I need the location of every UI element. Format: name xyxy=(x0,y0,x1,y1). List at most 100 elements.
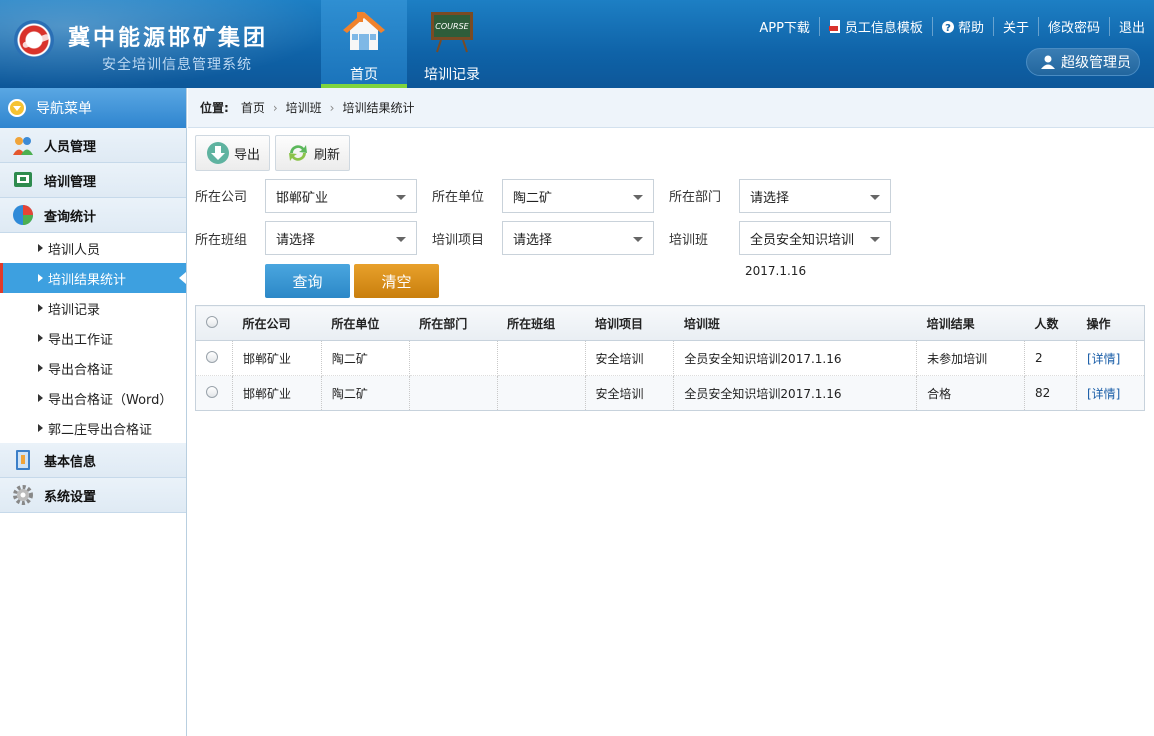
user-menu[interactable]: 超级管理员 xyxy=(1026,48,1140,76)
sidebar-group-basic-label: 基本信息 xyxy=(44,454,97,470)
breadcrumb-home[interactable]: 首页 xyxy=(241,99,265,116)
unit-select[interactable]: 陶二矿 xyxy=(502,179,654,213)
home-icon xyxy=(343,12,385,50)
collapse-icon xyxy=(8,99,26,117)
result-cell: 未参加培训 xyxy=(916,340,1026,376)
class-select[interactable]: 全员安全知识培训 xyxy=(739,221,891,255)
sidebar-item-label: 导出合格证 xyxy=(48,362,114,378)
column-header: 人数 xyxy=(1024,305,1077,341)
sidebar-header[interactable]: 导航菜单 xyxy=(0,88,186,128)
table-row[interactable]: 邯郸矿业 陶二矿 安全培训 全员安全知识培训2017.1.16 合格 82 [详… xyxy=(195,375,1145,411)
export-button[interactable]: 导出 xyxy=(195,135,270,171)
action-cell: [详情] xyxy=(1076,375,1145,411)
sidebar-group-basic-info[interactable]: 基本信息 xyxy=(0,443,186,478)
tab-home-label: 首页 xyxy=(350,67,378,83)
select-all-cell[interactable] xyxy=(195,305,233,341)
sidebar-group-query-label: 查询统计 xyxy=(44,209,97,225)
class-cell: 全员安全知识培训2017.1.16 xyxy=(673,340,918,376)
row-select-cell[interactable] xyxy=(195,340,233,376)
sidebar-group-settings[interactable]: 系统设置 xyxy=(0,478,186,513)
project-filter-label: 培训项目 xyxy=(432,233,485,248)
breadcrumb-label: 位置: xyxy=(200,101,229,115)
row-radio[interactable] xyxy=(206,350,218,363)
help-link[interactable]: ? 帮助 xyxy=(931,16,993,36)
details-link[interactable]: [详情] xyxy=(1087,387,1120,401)
count-cell: 2 xyxy=(1024,340,1077,376)
class-cell: 全员安全知识培训2017.1.16 xyxy=(673,375,918,411)
dept-select[interactable]: 请选择 xyxy=(739,179,891,213)
tab-training-records[interactable]: COURSE 培训记录 xyxy=(409,0,495,88)
sidebar-group-people[interactable]: 人员管理 xyxy=(0,128,186,163)
course-board-icon: COURSE xyxy=(431,12,473,53)
team-cell xyxy=(497,375,586,411)
breadcrumb-current: 培训结果统计 xyxy=(342,101,415,115)
sidebar-group-query[interactable]: 查询统计 xyxy=(0,198,186,233)
sidebar-group-training-label: 培训管理 xyxy=(44,174,97,190)
sidebar-item-training-results[interactable]: 培训结果统计 xyxy=(0,263,186,293)
team-cell xyxy=(497,340,586,376)
results-table: 所在公司 所在单位 所在部门 所在班组 培训项目 培训班 培训结果 人数 操作 … xyxy=(195,305,1145,411)
class-date-text: 2017.1.16 xyxy=(745,264,807,278)
column-header: 所在单位 xyxy=(321,305,410,341)
refresh-label: 刷新 xyxy=(314,147,341,163)
people-icon xyxy=(13,137,33,155)
breadcrumb: 位置: 首页 › 培训班 › 培训结果统计 xyxy=(188,88,1154,128)
sidebar-item-training-records[interactable]: 培训记录 xyxy=(0,293,186,323)
dept-filter-label: 所在部门 xyxy=(669,190,722,205)
sidebar-item-label: 培训人员 xyxy=(48,242,101,258)
team-select[interactable]: 请选择 xyxy=(265,221,417,255)
breadcrumb-class[interactable]: 培训班 xyxy=(286,99,322,116)
sidebar-item-training-personnel[interactable]: 培训人员 xyxy=(0,233,186,263)
refresh-icon xyxy=(289,145,307,161)
table-row[interactable]: 邯郸矿业 陶二矿 安全培训 全员安全知识培训2017.1.16 未参加培训 2 … xyxy=(195,340,1145,376)
action-cell: [详情] xyxy=(1076,340,1145,376)
company-cell: 邯郸矿业 xyxy=(232,340,322,376)
unit-filter-label: 所在单位 xyxy=(432,190,485,205)
column-header: 所在公司 xyxy=(232,305,322,341)
training-board-icon xyxy=(14,172,32,187)
sidebar-item-guoerzhuang-export[interactable]: 郭二庄导出合格证 xyxy=(0,413,186,443)
about-link[interactable]: 关于 xyxy=(992,16,1038,36)
count-cell: 82 xyxy=(1024,375,1077,411)
column-header: 培训班 xyxy=(673,305,917,341)
tab-home[interactable]: 首页 xyxy=(321,0,407,88)
sidebar-item-export-work-cert[interactable]: 导出工作证 xyxy=(0,323,186,353)
employee-template-link[interactable]: 员工信息模板 xyxy=(818,16,932,36)
refresh-button[interactable]: 刷新 xyxy=(275,135,350,171)
team-filter-label: 所在班组 xyxy=(195,233,248,248)
sidebar-group-people-label: 人员管理 xyxy=(44,139,97,155)
company-filter-label: 所在公司 xyxy=(195,190,248,205)
details-link[interactable]: [详情] xyxy=(1087,352,1120,366)
active-marker xyxy=(0,263,3,293)
breadcrumb-separator: › xyxy=(329,100,335,115)
result-cell: 合格 xyxy=(916,375,1026,411)
row-radio[interactable] xyxy=(206,385,218,398)
sidebar-title: 导航菜单 xyxy=(36,101,92,117)
column-header: 所在部门 xyxy=(409,305,498,341)
sidebar-item-label: 导出工作证 xyxy=(48,332,114,348)
export-label: 导出 xyxy=(234,147,261,163)
company-cell: 邯郸矿业 xyxy=(232,375,322,411)
sidebar-item-export-qualification-word[interactable]: 导出合格证（Word） xyxy=(0,383,186,413)
course-board-text: COURSE xyxy=(435,22,469,31)
clear-button[interactable]: 清空 xyxy=(354,264,439,298)
excel-file-icon xyxy=(828,19,840,33)
info-book-icon xyxy=(16,450,30,470)
change-password-link[interactable]: 修改密码 xyxy=(1037,16,1109,36)
search-button[interactable]: 查询 xyxy=(265,264,350,298)
breadcrumb-separator: › xyxy=(272,100,278,115)
sidebar-item-export-qualification[interactable]: 导出合格证 xyxy=(0,353,186,383)
project-select[interactable]: 请选择 xyxy=(502,221,654,255)
sidebar-item-label: 郭二庄导出合格证 xyxy=(48,422,153,438)
svg-text:?: ? xyxy=(945,23,951,33)
app-download-link[interactable]: APP下载 xyxy=(750,17,819,36)
help-icon: ? xyxy=(941,20,954,33)
download-icon xyxy=(207,142,229,164)
company-select[interactable]: 邯郸矿业 xyxy=(265,179,417,213)
select-all-radio[interactable] xyxy=(206,315,218,328)
row-select-cell[interactable] xyxy=(195,375,233,411)
user-name: 超级管理员 xyxy=(1061,55,1131,71)
logout-link[interactable]: 退出 xyxy=(1108,16,1154,36)
sidebar-group-training[interactable]: 培训管理 xyxy=(0,163,186,198)
table-header-row: 所在公司 所在单位 所在部门 所在班组 培训项目 培训班 培训结果 人数 操作 xyxy=(195,305,1145,341)
